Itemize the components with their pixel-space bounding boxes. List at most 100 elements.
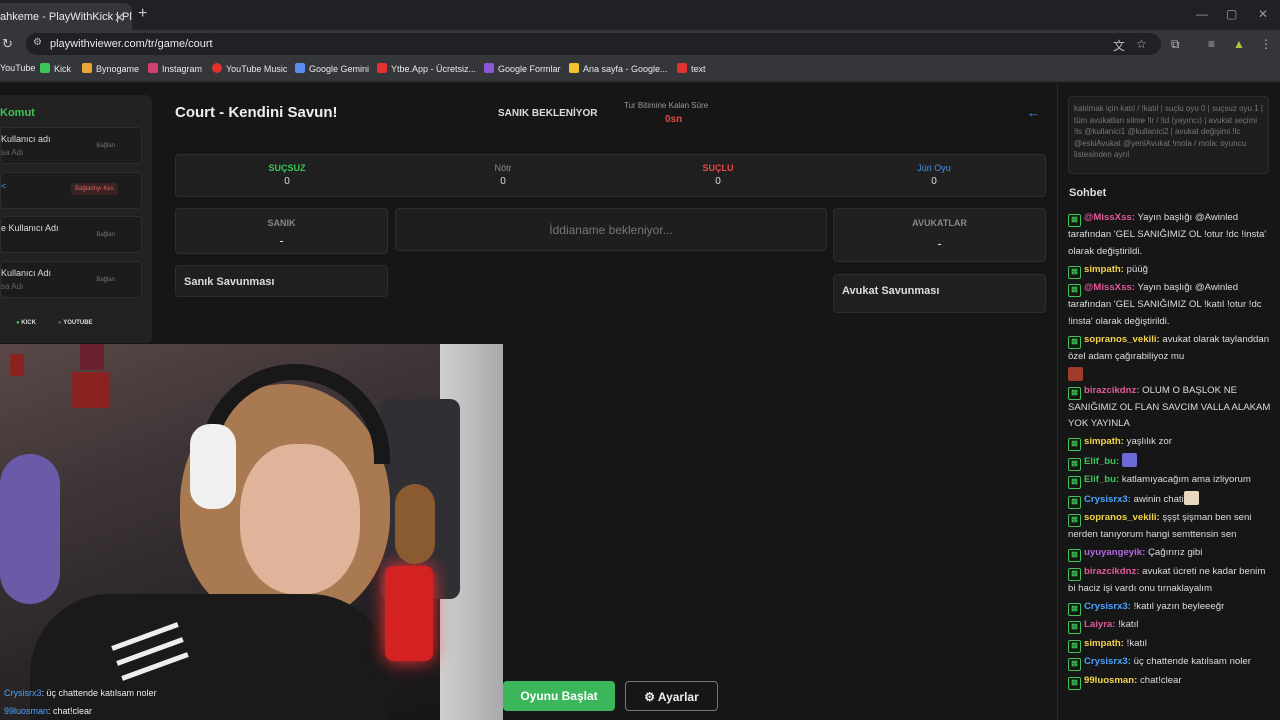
bookmark-kick[interactable]: Kick [40,63,71,74]
chat-text: chat!clear [1137,674,1182,686]
chat-message: ⊠ sopranos_vekili: şşşt şişman ben seni n… [1068,510,1273,544]
chat-text: Çağırırız gibi [1145,547,1203,558]
window-close-icon[interactable]: ✕ [1258,7,1268,21]
close-icon[interactable]: ✕ [114,10,125,26]
chat-message: ⊠ Crysisrx3: awinin chati [1068,490,1273,509]
bookmark-gemini[interactable]: Google Gemini [295,63,369,74]
new-tab-icon[interactable]: + [138,5,147,23]
translate-icon[interactable]: 文 [1113,37,1125,54]
panel-title: Komut [0,107,35,119]
chat-text: !katıl [1123,637,1147,649]
chat-username[interactable]: birazcikdnz: [1084,385,1139,396]
bookmark-youtube-music[interactable]: YouTube Music [212,63,287,74]
chat-message: ⊠ @MissXss: Yayın başlığı @Awinled tarafı… [1068,210,1273,260]
page-title: Court - Kendini Savun! [175,104,338,121]
vote-innocent: SUÇSUZ 0 [268,163,306,187]
settings-button[interactable]: ⚙ Ayarlar [625,681,718,711]
chat-username[interactable]: simpath: [1084,638,1124,649]
defendant-box: SANIK - [175,208,388,254]
bookmark-instagram[interactable]: Instagram [148,63,202,74]
tab-title: ahkeme - PlayWithKick | Play [0,11,132,23]
chat-title: Sohbet [1069,187,1107,199]
chat-username[interactable]: Crysisrx3: [1084,656,1131,667]
indictment-box: İddianame bekleniyor... [395,208,827,251]
card-label: Kullanıcı Adı [1,268,52,278]
chat-message: ⊠ Crysisrx3: !katıl yazın beyleeeğr [1068,599,1273,616]
emote-icon [1183,490,1199,505]
ytbe-icon [377,63,387,73]
connect-button[interactable]: Bağlan [96,143,115,149]
start-game-button[interactable]: Oyunu Başlat [503,681,615,711]
lawyer-defense-box: Avukat Savunması [833,274,1046,313]
maximize-icon[interactable]: ▢ [1226,7,1237,21]
profile-icon[interactable]: ▲ [1233,37,1245,51]
menu-icon[interactable]: ⋮ [1260,37,1272,51]
kick-badge-icon: ⊠ [1068,386,1081,400]
gemini-icon [295,63,305,73]
bookmark-ytbe[interactable]: Ytbe.App - Ücretsiz... [377,63,476,74]
bookmark-bynogame[interactable]: Bynogame [82,63,139,74]
kick-badge-icon: ⊠ [1068,639,1081,653]
chat-message: ⊠ uyuyangeyik: Çağırırız gibi [1068,545,1273,562]
webcam-overlay: Crysisrx3: üç chattende katılsam noler 9… [0,344,503,720]
chat-message: ⊠ simpath: yaşlılık zor [1068,434,1273,451]
kick-badge-icon: ⊠ [1068,495,1081,509]
chat-username[interactable]: birazcikdnz: [1084,566,1139,577]
minimize-icon[interactable]: — [1196,7,1208,21]
chat-username[interactable]: @MissXss: [1084,282,1135,293]
chat-username[interactable]: 99luosman: [1084,675,1137,686]
chat-username[interactable]: Elif_bu: [1084,474,1119,485]
connect-button[interactable]: Bağlan [96,232,115,238]
chat-message: ⊠ birazcikdnz: OLUM O BAŞLOK NE SANIĞIMIZ… [1068,383,1273,433]
url-text: playwithviewer.com/tr/game/court [50,38,213,50]
chat-username[interactable]: Elif_bu: [1084,456,1119,467]
kick-badge-icon: ⊠ [1068,549,1081,562]
media-icon[interactable]: ≡ [1208,37,1215,51]
address-bar-row: ↻ ⚙ playwithviewer.com/tr/game/court 文 ☆… [0,30,1280,58]
chat-username[interactable]: sopranos_vekili: [1084,512,1160,523]
webcam-chat-line: 99luosman: chat!clear [4,706,93,716]
bookmark-drive[interactable]: Ana sayfa - Google... [569,63,668,74]
vote-jury: Jüri Oyu 0 [917,163,951,187]
chat-username[interactable]: simpath: [1084,436,1124,447]
timer-value: 0sn [665,114,683,125]
bookmark-text[interactable]: text [677,63,706,74]
chat-username[interactable]: @MissXss: [1084,212,1135,223]
instagram-icon [148,63,158,73]
reload-icon[interactable]: ↻ [2,36,13,52]
kick-badge-icon: ⊠ [1068,514,1081,527]
emote-icon [1068,367,1083,381]
kick-badge-icon: ⊠ [1068,265,1081,279]
chat-username[interactable]: Crysisrx3: [1084,601,1131,612]
site-info-icon[interactable]: ⚙ [33,37,42,48]
connect-button[interactable]: Bağlan [96,277,115,283]
chat-text: !katıl [1115,619,1139,630]
chat-message: ⊠ Elif_bu: [1068,452,1273,471]
extensions-icon[interactable]: ⧉ [1171,37,1180,52]
bookmark-youtube[interactable]: YouTube [0,63,35,73]
disconnect-button[interactable]: Bağlantıyı Kes [71,183,118,195]
timer-label: Tur Bitimine Kalan Süre [624,101,709,110]
kick-badge-icon: ⊠ [1068,284,1081,297]
chat-username[interactable]: Laiyra: [1084,619,1115,630]
bookmark-google-forms[interactable]: Google Formlar [484,63,561,74]
chat-username[interactable]: simpath: [1084,264,1124,275]
back-arrow-icon[interactable]: ← [1027,105,1040,120]
kick-badge-icon: ⊠ [1068,567,1081,581]
chat-username[interactable]: Crysisrx3: [1084,494,1131,505]
youtube-tag[interactable]: ● YOUTUBE [58,320,93,326]
microphone [385,566,433,661]
chat-text: !katıl yazın beyleeeğr [1130,600,1225,612]
kick-tag[interactable]: ● KICK [16,320,36,326]
chat-message: ⊠ simpath: püüğ [1068,262,1273,279]
lawyers-box: AVUKATLAR - [833,208,1046,262]
chat-username[interactable]: sopranos_vekili: [1084,334,1160,345]
kick-badge-icon: ⊠ [1068,214,1081,227]
chat-message: ⊠ @MissXss: Yayın başlığı @Awinled tarafı… [1068,280,1273,330]
bynogame-icon [82,63,92,73]
bookmark-star-icon[interactable]: ☆ [1136,37,1147,51]
chat-username[interactable]: uyuyangeyik: [1084,547,1145,558]
card-sub: sa Adı [1,148,24,157]
browser-tab[interactable]: ahkeme - PlayWithKick | Play ✕ [0,3,132,30]
url-field[interactable]: ⚙ playwithviewer.com/tr/game/court [26,33,1161,55]
